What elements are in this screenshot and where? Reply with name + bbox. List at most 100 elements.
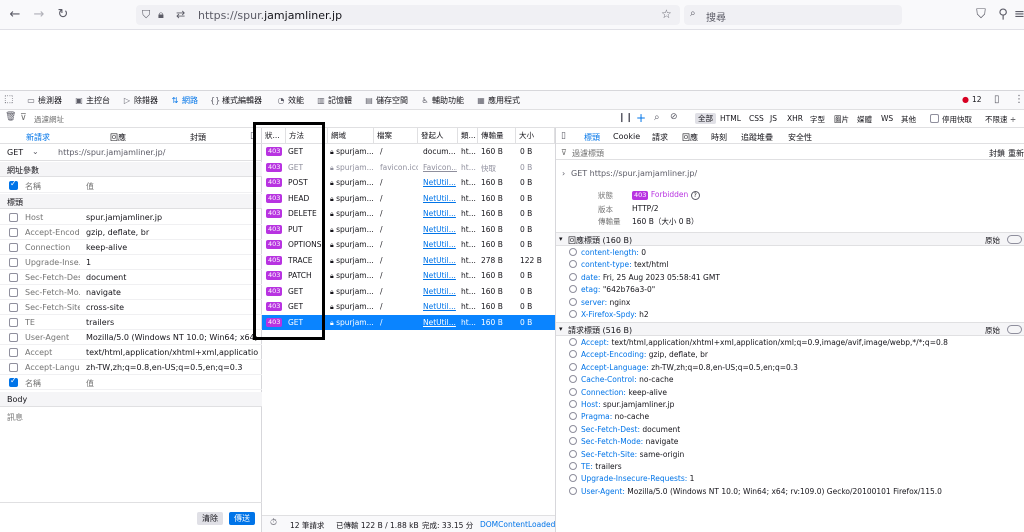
row-initiator[interactable]: NetUtil... (423, 240, 457, 249)
pocket-icon[interactable]: ⛉ (972, 6, 990, 24)
info-icon[interactable] (569, 400, 577, 408)
clear-button[interactable]: 清除 (197, 512, 223, 525)
header-name-input[interactable]: User-Agent (25, 333, 80, 342)
header-value-input[interactable]: Mozilla/5.0 (Windows NT 10.0; Win64; x64… (86, 333, 258, 342)
info-icon[interactable] (569, 387, 577, 396)
search-icon[interactable]: ⌕ (654, 112, 660, 123)
lock-icon[interactable]: 🔒︎ (158, 8, 164, 22)
header-value-input[interactable]: 1 (86, 258, 258, 267)
filter-type-js[interactable]: JS (770, 114, 777, 123)
raw-toggle[interactable] (1007, 235, 1022, 244)
header-name-input[interactable]: Accept-Encod... (25, 228, 80, 237)
header-checkbox[interactable] (9, 376, 18, 387)
col-file[interactable]: 檔案 (374, 128, 418, 144)
col-initiator[interactable]: 發起人 (418, 128, 458, 144)
tab-security[interactable]: 安全性 (788, 132, 812, 143)
pick-element-icon[interactable]: ⬚ (4, 94, 13, 105)
filter-type-image[interactable]: 圖片 (834, 114, 849, 125)
request-headers-section[interactable]: ▾ 請求標頭 (516 B) 原始 (556, 322, 1024, 336)
tab-network[interactable]: ⇅ 網路 (170, 95, 198, 106)
permissions-icon[interactable]: ⇄ (176, 8, 185, 21)
back-icon[interactable]: ← (6, 6, 24, 24)
filter-headers-input[interactable]: 過濾標頭 (572, 148, 604, 159)
info-icon[interactable] (569, 424, 577, 433)
toggle-panel-icon[interactable]: ▯ (561, 131, 566, 141)
tab-application[interactable]: ▦ 應用程式 (476, 95, 520, 106)
row-initiator[interactable]: NetUtil... (423, 256, 457, 265)
stopwatch-icon[interactable]: ⏱ (270, 518, 277, 528)
header-value-input[interactable]: spur.jamjamliner.jp (86, 213, 258, 222)
row-initiator[interactable]: NetUtil... (423, 225, 457, 234)
filter-type-all[interactable]: 全部 (695, 113, 716, 124)
filter-type-html[interactable]: HTML (720, 114, 741, 123)
trash-icon[interactable]: 🗑︎ (5, 112, 16, 122)
disable-cache-checkbox[interactable] (930, 114, 939, 123)
header-name-input[interactable]: Accept-Langu... (25, 363, 80, 372)
col-transferred[interactable]: 傳輸量 (478, 128, 516, 144)
info-icon[interactable] (569, 338, 577, 346)
forward-icon[interactable]: → (30, 6, 48, 24)
info-icon[interactable] (569, 474, 577, 483)
header-checkbox[interactable] (9, 318, 18, 327)
more-options-icon[interactable]: ⋮ (1014, 94, 1024, 105)
header-name-input[interactable]: 名稱 (25, 378, 80, 389)
row-initiator[interactable]: NetUtil... (423, 287, 457, 296)
pause-icon[interactable]: ❙❙ (618, 113, 633, 123)
header-value-input[interactable]: text/html,application/xhtml+xml,applicat… (86, 348, 258, 357)
reload-icon[interactable]: ↻ (54, 6, 72, 24)
header-value-input[interactable]: cross-site (86, 303, 258, 312)
row-initiator[interactable]: NetUtil... (423, 302, 457, 311)
col-size[interactable]: 大小 (516, 128, 555, 144)
tab-inspector[interactable]: ▭ 檢測器 (26, 95, 62, 106)
query-name-input[interactable]: 名稱 (25, 181, 80, 192)
tab-style-editor[interactable]: {} 樣式編輯器 (210, 95, 262, 106)
query-checkbox[interactable] (9, 179, 18, 190)
header-checkbox[interactable] (9, 288, 18, 297)
tab-cookies[interactable]: Cookie (613, 132, 640, 141)
menu-icon[interactable]: ≡ (1014, 6, 1024, 24)
header-name-input[interactable]: TE (25, 318, 80, 327)
header-value-input[interactable]: keep-alive (86, 243, 258, 252)
row-initiator[interactable]: NetUtil... (423, 318, 457, 327)
filter-type-media[interactable]: 媒體 (857, 114, 872, 125)
expand-icon[interactable]: › (562, 169, 565, 178)
block-button[interactable]: 封鎖 (989, 148, 1005, 159)
row-initiator[interactable]: NetUtil... (423, 178, 457, 187)
filter-type-xhr[interactable]: XHR (787, 114, 803, 123)
tab-timings[interactable]: 時刻 (711, 132, 727, 143)
filter-type-font[interactable]: 字型 (810, 114, 825, 125)
bookmark-star-icon[interactable]: ☆ (661, 7, 672, 21)
error-icon[interactable]: ● (962, 95, 969, 104)
header-value-input[interactable]: navigate (86, 288, 258, 297)
header-name-input[interactable]: Accept (25, 348, 80, 357)
tab-headers[interactable]: 封頭 (190, 132, 206, 143)
tab-performance[interactable]: ◔ 效能 (276, 95, 305, 106)
row-initiator[interactable]: Favicon... (423, 163, 457, 172)
header-name-input[interactable]: Sec-Fetch-Mo... (25, 288, 80, 297)
info-icon[interactable] (569, 272, 577, 281)
extensions-icon[interactable]: ⚲ (994, 6, 1012, 24)
url-input[interactable]: https://spur.jamjamliner.jp/ (58, 148, 165, 157)
shield-icon[interactable]: ⛉ (142, 8, 150, 22)
tab-new-request[interactable]: 新請求 (26, 132, 50, 143)
info-icon[interactable] (569, 248, 577, 256)
resend-button[interactable]: 重新 (1008, 148, 1024, 159)
row-initiator[interactable]: NetUtil... (423, 194, 457, 203)
header-checkbox[interactable] (9, 258, 18, 267)
info-icon[interactable] (569, 486, 577, 495)
filter-type-other[interactable]: 其他 (901, 114, 916, 125)
col-domain[interactable]: 網域 (328, 128, 374, 144)
tab-request[interactable]: 請求 (652, 132, 668, 143)
header-value-input[interactable]: gzip, deflate, br (86, 228, 258, 237)
error-count[interactable]: 12 (972, 95, 982, 104)
filter-type-ws[interactable]: WS (881, 114, 893, 123)
header-name-input[interactable]: Host (25, 213, 80, 222)
tab-console[interactable]: ▣ 主控台 (74, 95, 110, 106)
response-headers-section[interactable]: ▾ 回應標頭 (160 B) 原始 (556, 232, 1024, 246)
tab-response[interactable]: 回應 (682, 132, 698, 143)
row-initiator[interactable]: NetUtil... (423, 209, 457, 218)
header-checkbox[interactable] (9, 303, 18, 312)
address-bar[interactable]: ⛉ 🔒︎ ⇄ https://spur.jamjamliner.jp ☆ (136, 5, 680, 25)
header-value-input[interactable]: trailers (86, 318, 258, 327)
header-value-input[interactable]: document (86, 273, 258, 282)
